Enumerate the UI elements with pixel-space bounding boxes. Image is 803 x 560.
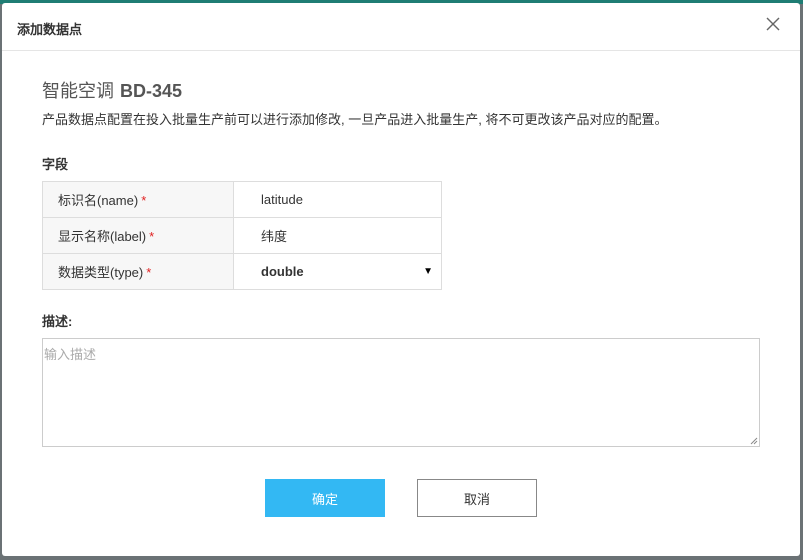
dropdown-arrow-icon[interactable]: ▼ (423, 266, 433, 277)
resize-grip-icon[interactable] (750, 437, 758, 445)
required-marker: * (149, 229, 155, 244)
description-placeholder: 输入描述 (44, 347, 97, 362)
close-button[interactable] (764, 15, 782, 33)
product-model: BD-345 (120, 81, 183, 101)
required-marker: * (146, 265, 152, 280)
field-label-display-name: 显示名称(label) (58, 229, 147, 244)
table-row-name: 标识名(name) * latitude (42, 181, 442, 218)
config-notice: 产品数据点配置在投入批量生产前可以进行添加修改, 一旦产品进入批量生产, 将不可… (42, 112, 668, 127)
type-select[interactable]: double ▼ (233, 253, 442, 290)
name-field[interactable]: latitude (233, 181, 442, 218)
fields-section-label: 字段 (42, 157, 69, 172)
field-label-cell: 显示名称(label) * (42, 217, 234, 254)
required-marker: * (141, 193, 147, 208)
confirm-button[interactable]: 确定 (265, 479, 385, 517)
cancel-button[interactable]: 取消 (417, 479, 537, 517)
label-field-value: 纬度 (261, 229, 288, 244)
dialog-title: 添加数据点 (17, 22, 83, 37)
description-textarea[interactable]: 输入描述 (42, 338, 760, 447)
field-label-type: 数据类型(type) (58, 265, 144, 280)
dialog-header: 添加数据点 (2, 3, 800, 51)
field-label-cell: 标识名(name) * (42, 181, 234, 218)
table-row-type: 数据类型(type) * double ▼ (42, 253, 442, 290)
table-row-label: 显示名称(label) * 纬度 (42, 217, 442, 254)
label-field[interactable]: 纬度 (233, 217, 442, 254)
field-label-name: 标识名(name) (58, 193, 139, 208)
description-label: 描述: (42, 314, 73, 329)
fields-table: 标识名(name) * latitude 显示名称(label) * 纬度 数据类型… (42, 181, 442, 290)
type-select-value: double (261, 264, 304, 279)
add-datapoint-dialog: 添加数据点 智能空调 BD-345 产品数据点配置在投入批量生产前可以进行添加修改… (2, 3, 800, 556)
product-heading: 智能空调 BD-345 (42, 77, 182, 103)
field-label-cell: 数据类型(type) * (42, 253, 234, 290)
name-field-value: latitude (261, 192, 303, 207)
product-name: 智能空调 (42, 81, 114, 101)
close-icon[interactable] (764, 15, 782, 33)
